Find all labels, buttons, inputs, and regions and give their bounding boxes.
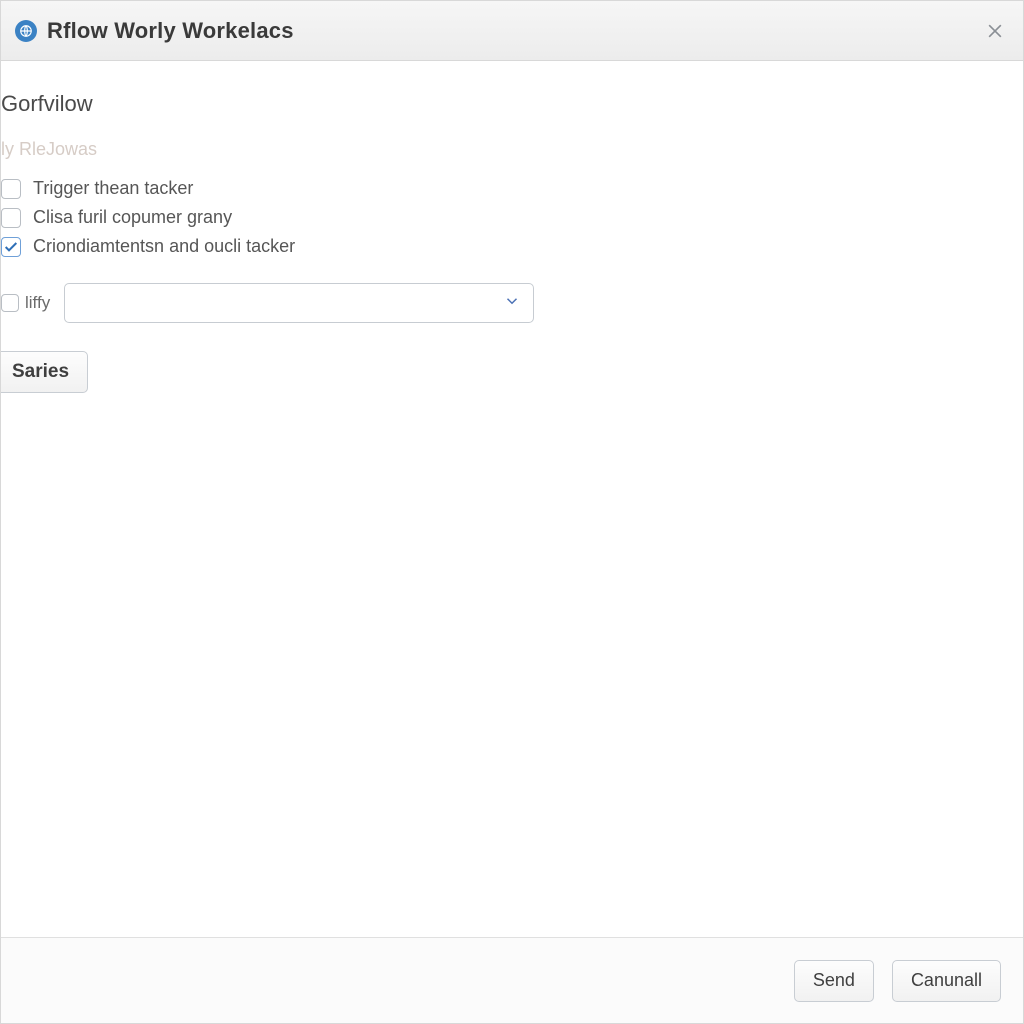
option-label: Criondiamtentsn and oucli tacker	[33, 236, 295, 257]
section-hint: ly RleJowas	[1, 139, 1009, 160]
option-row: Criondiamtentsn and oucli tacker	[1, 236, 1009, 257]
mini-option-label: liffy	[25, 293, 50, 313]
chevron-down-icon	[503, 292, 521, 315]
option-label: Clisa furil copumer grany	[33, 207, 232, 228]
dialog-content: Gorfvilow ly RleJowas Trigger thean tack…	[1, 61, 1023, 937]
option-checkbox-criond[interactable]	[1, 237, 21, 257]
dropdown-select[interactable]	[64, 283, 534, 323]
option-row: Clisa furil copumer grany	[1, 207, 1009, 228]
garies-button-label: Saries	[12, 361, 69, 383]
cancel-button-label: Canunall	[911, 970, 982, 991]
option-checkbox-clisa[interactable]	[1, 208, 21, 228]
garies-button[interactable]: Saries	[1, 351, 88, 393]
send-button-label: Send	[813, 970, 855, 991]
send-button[interactable]: Send	[794, 960, 874, 1002]
mini-option: liffy	[1, 293, 50, 313]
dialog-footer: Send Canunall	[1, 937, 1023, 1023]
close-button[interactable]	[981, 17, 1009, 45]
dialog-title: Rflow Worly Workelacs	[47, 18, 294, 44]
option-label: Trigger thean tacker	[33, 178, 193, 199]
close-icon	[985, 21, 1005, 41]
titlebar: Rflow Worly Workelacs	[1, 1, 1023, 61]
select-row: liffy	[1, 283, 1009, 323]
mini-checkbox[interactable]	[1, 294, 19, 312]
section-title: Gorfvilow	[1, 91, 1009, 117]
app-globe-icon	[15, 20, 37, 42]
check-icon	[3, 239, 19, 255]
cancel-button[interactable]: Canunall	[892, 960, 1001, 1002]
option-checkbox-trigger[interactable]	[1, 179, 21, 199]
garies-wrap: Saries	[1, 351, 1009, 393]
dialog-window: Rflow Worly Workelacs Gorfvilow ly RleJo…	[0, 0, 1024, 1024]
option-row: Trigger thean tacker	[1, 178, 1009, 199]
